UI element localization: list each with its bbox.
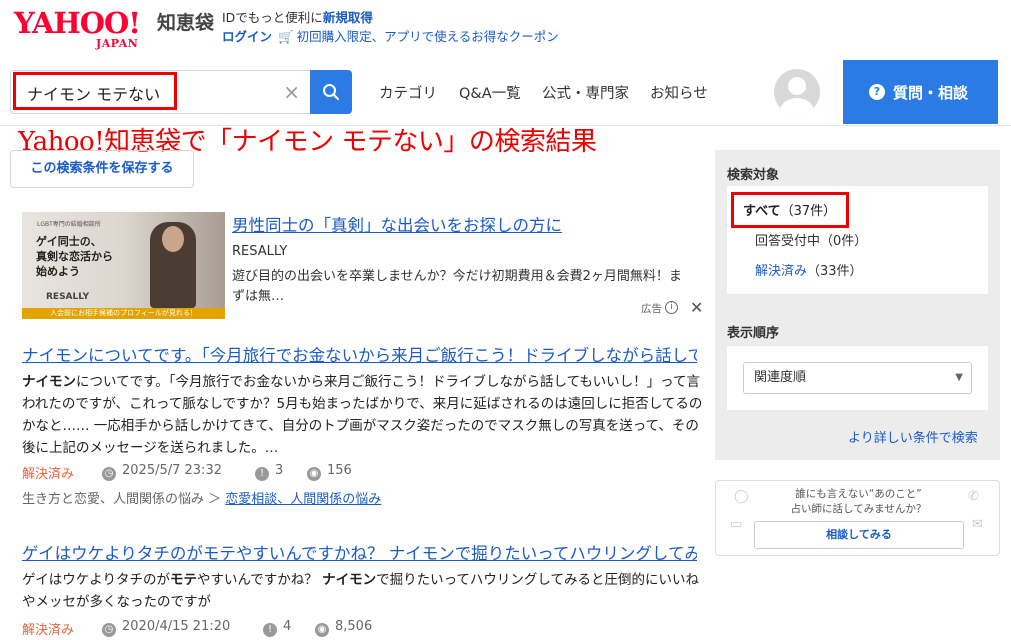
ad-image[interactable]: LGBT専門の結婚相談所 ゲイ同士の、 真剣な恋活から 始めよう RESALLY… [22, 212, 225, 319]
fortune-text: 誰にも言えない“あのこと” 占い師に話してみませんか？ [716, 487, 1001, 517]
view-count: 8,506 [335, 619, 373, 634]
ad-description: 遊び目的の出会いを卒業しませんか？今だけ初期費用＆会費2ヶ月間無料！まずは無… [232, 269, 682, 304]
signup-link[interactable]: 新規取得 [323, 10, 373, 25]
ad-image-strip: 入会前にお相手候補のプロフィールが見れる！ [22, 308, 225, 319]
category-link[interactable]: 恋愛相談、人間関係の悩み [225, 492, 381, 507]
answer-count: 3 [275, 463, 284, 478]
snippet-text: についてです。「今月旅行でお金ないから来月ご飯行こう！ドライブしながら話してもい… [22, 374, 703, 456]
post-date: 2025/5/7 23:32 [122, 463, 222, 478]
advanced-search-link[interactable]: より詳しい条件で検索 [848, 427, 978, 446]
sort-value: 関連度順 [754, 370, 807, 385]
filter-solved-count: （33件） [807, 264, 863, 279]
nav-news[interactable]: お知らせ [650, 82, 708, 103]
filter-open[interactable]: 回答受付中（0件） [755, 230, 867, 249]
service-name[interactable]: 知恵袋 [157, 8, 214, 35]
consult-button[interactable]: 相談してみる [754, 521, 964, 549]
sort-box: 関連度順 ▼ [727, 346, 988, 410]
ask-question-label: 質問・相談 [893, 84, 969, 102]
ad-title-link[interactable]: 男性同士の「真剣」な出会いをお探しの方に [232, 212, 562, 236]
ad-copy-line: 始めよう [36, 265, 80, 278]
ad-sponsor: RESALLY [232, 244, 288, 259]
ad-copy-line: ゲイ同士の、 [36, 235, 102, 248]
chevron-down-icon: ▼ [955, 372, 963, 383]
snippet-highlight: ナイモン [22, 374, 76, 390]
search-button[interactable] [310, 70, 352, 114]
filter-solved[interactable]: 解決済み（33件） [755, 260, 863, 279]
post-date: 2020/4/15 21:20 [122, 619, 231, 634]
coupon-link[interactable]: 初回購入限定、アプリで使えるお得なクーポン [297, 29, 559, 44]
view-icon: ◉ [307, 467, 321, 481]
snippet-highlight: モテ [169, 572, 197, 588]
ad-copy-line: 真剣な恋活から [36, 250, 113, 263]
fortune-line: 占い師に話してみませんか？ [790, 503, 927, 515]
nav-category[interactable]: カテゴリ [379, 82, 437, 103]
filter-solved-link[interactable]: 解決済み [755, 264, 807, 279]
search-icon [323, 84, 340, 101]
status-badge: 解決済み [22, 467, 75, 482]
status-badge: 解決済み [22, 623, 75, 638]
view-count: 156 [327, 463, 352, 478]
logo-yahoo: YAHOO! [14, 6, 141, 40]
nav-official-experts[interactable]: 公式・専門家 [542, 82, 629, 103]
category-parent: 生き方と恋愛、人間関係の悩み [22, 492, 205, 507]
filter-all-highlight-box [731, 192, 849, 228]
yahoo-japan-logo[interactable]: YAHOO! JAPAN [14, 6, 141, 50]
snippet-text: やすいんですかね？ [196, 572, 323, 588]
target-heading: 検索対象 [727, 168, 780, 183]
result-snippet: ゲイはウケよりタチのがモテやすいんですかね？ ナイモンで掘りたいってハウリングし… [22, 569, 704, 613]
ad-image-brand: RESALLY [46, 292, 90, 302]
answer-count: 4 [283, 619, 292, 634]
sort-select[interactable]: 関連度順 ▼ [743, 362, 972, 394]
snippet-highlight: ナイモン [322, 572, 377, 588]
result-title-link[interactable]: ゲイはウケよりタチのがモテやすいんですかね？ ナイモンで掘りたいってハウリングし… [22, 540, 697, 564]
top-header: YAHOO! JAPAN 知恵袋 IDでもっと便利に新規取得 ログイン 🛒 初回購入… [0, 0, 1011, 60]
answer-icon: ! [255, 467, 269, 481]
save-search-button[interactable]: この検索条件を保存する [10, 150, 194, 188]
clear-search-icon[interactable]: × [283, 80, 300, 104]
user-avatar[interactable] [774, 69, 820, 115]
cart-icon: 🛒 [278, 29, 294, 44]
sort-heading: 表示順序 [727, 326, 780, 341]
clock-icon: ◷ [102, 467, 116, 481]
ask-question-button[interactable]: ? 質問・相談 [843, 60, 998, 124]
fortune-teller-banner[interactable]: ◯ ✆ ▭ ✉ 誰にも言えない“あのこと” 占い師に話してみませんか？ 相談して… [715, 480, 1000, 556]
search-sidebar: 検索対象 すべて（37件） 回答受付中（0件） 解決済み（33件） 表示順序 関… [715, 150, 1000, 460]
view-icon: ◉ [315, 623, 329, 637]
fortune-line: 誰にも言えない“あのこと” [795, 488, 922, 500]
ad-close-icon[interactable]: ✕ [690, 298, 703, 317]
question-icon: ? [869, 84, 885, 100]
account-area: IDでもっと便利に新規取得 ログイン 🛒 初回購入限定、アプリで使えるお得なクーポン [222, 8, 559, 46]
result-title-link[interactable]: ナイモンについてです。「今月旅行でお金ないから来月ご飯行こう！ドライブしながら話… [22, 342, 697, 366]
ad-image-tagline: LGBT専門の結婚相談所 [37, 221, 101, 228]
search-nav-bar: ナイモン モテない × カテゴリ Q&A一覧 公式・専門家 お知らせ ? 質問・… [0, 60, 1011, 126]
breadcrumb: 生き方と恋愛、人間関係の悩み ＞ 恋愛相談、人間関係の悩み [22, 492, 382, 507]
answer-icon: ! [263, 623, 277, 637]
search-highlight-box [13, 72, 177, 110]
ad-image-copy: ゲイ同士の、 真剣な恋活から 始めよう [36, 234, 113, 279]
clock-icon: ◷ [102, 623, 116, 637]
mail-icon: ✉ [972, 517, 983, 532]
nav-qa-list[interactable]: Q&A一覧 [459, 82, 521, 103]
snippet-text: ゲイはウケよりタチのが [22, 572, 170, 588]
result-snippet: ナイモンについてです。「今月旅行でお金ないから来月ご飯行こう！ドライブしながら話… [22, 371, 704, 459]
signup-prompt: IDでもっと便利に [222, 10, 323, 25]
video-icon: ▭ [730, 517, 743, 532]
login-link[interactable]: ログイン [222, 29, 272, 44]
logo-japan: JAPAN [96, 37, 139, 50]
ad-label: 広告 [641, 303, 662, 315]
ad-person-face [162, 226, 184, 252]
ad-info-icon[interactable]: i [665, 301, 678, 314]
